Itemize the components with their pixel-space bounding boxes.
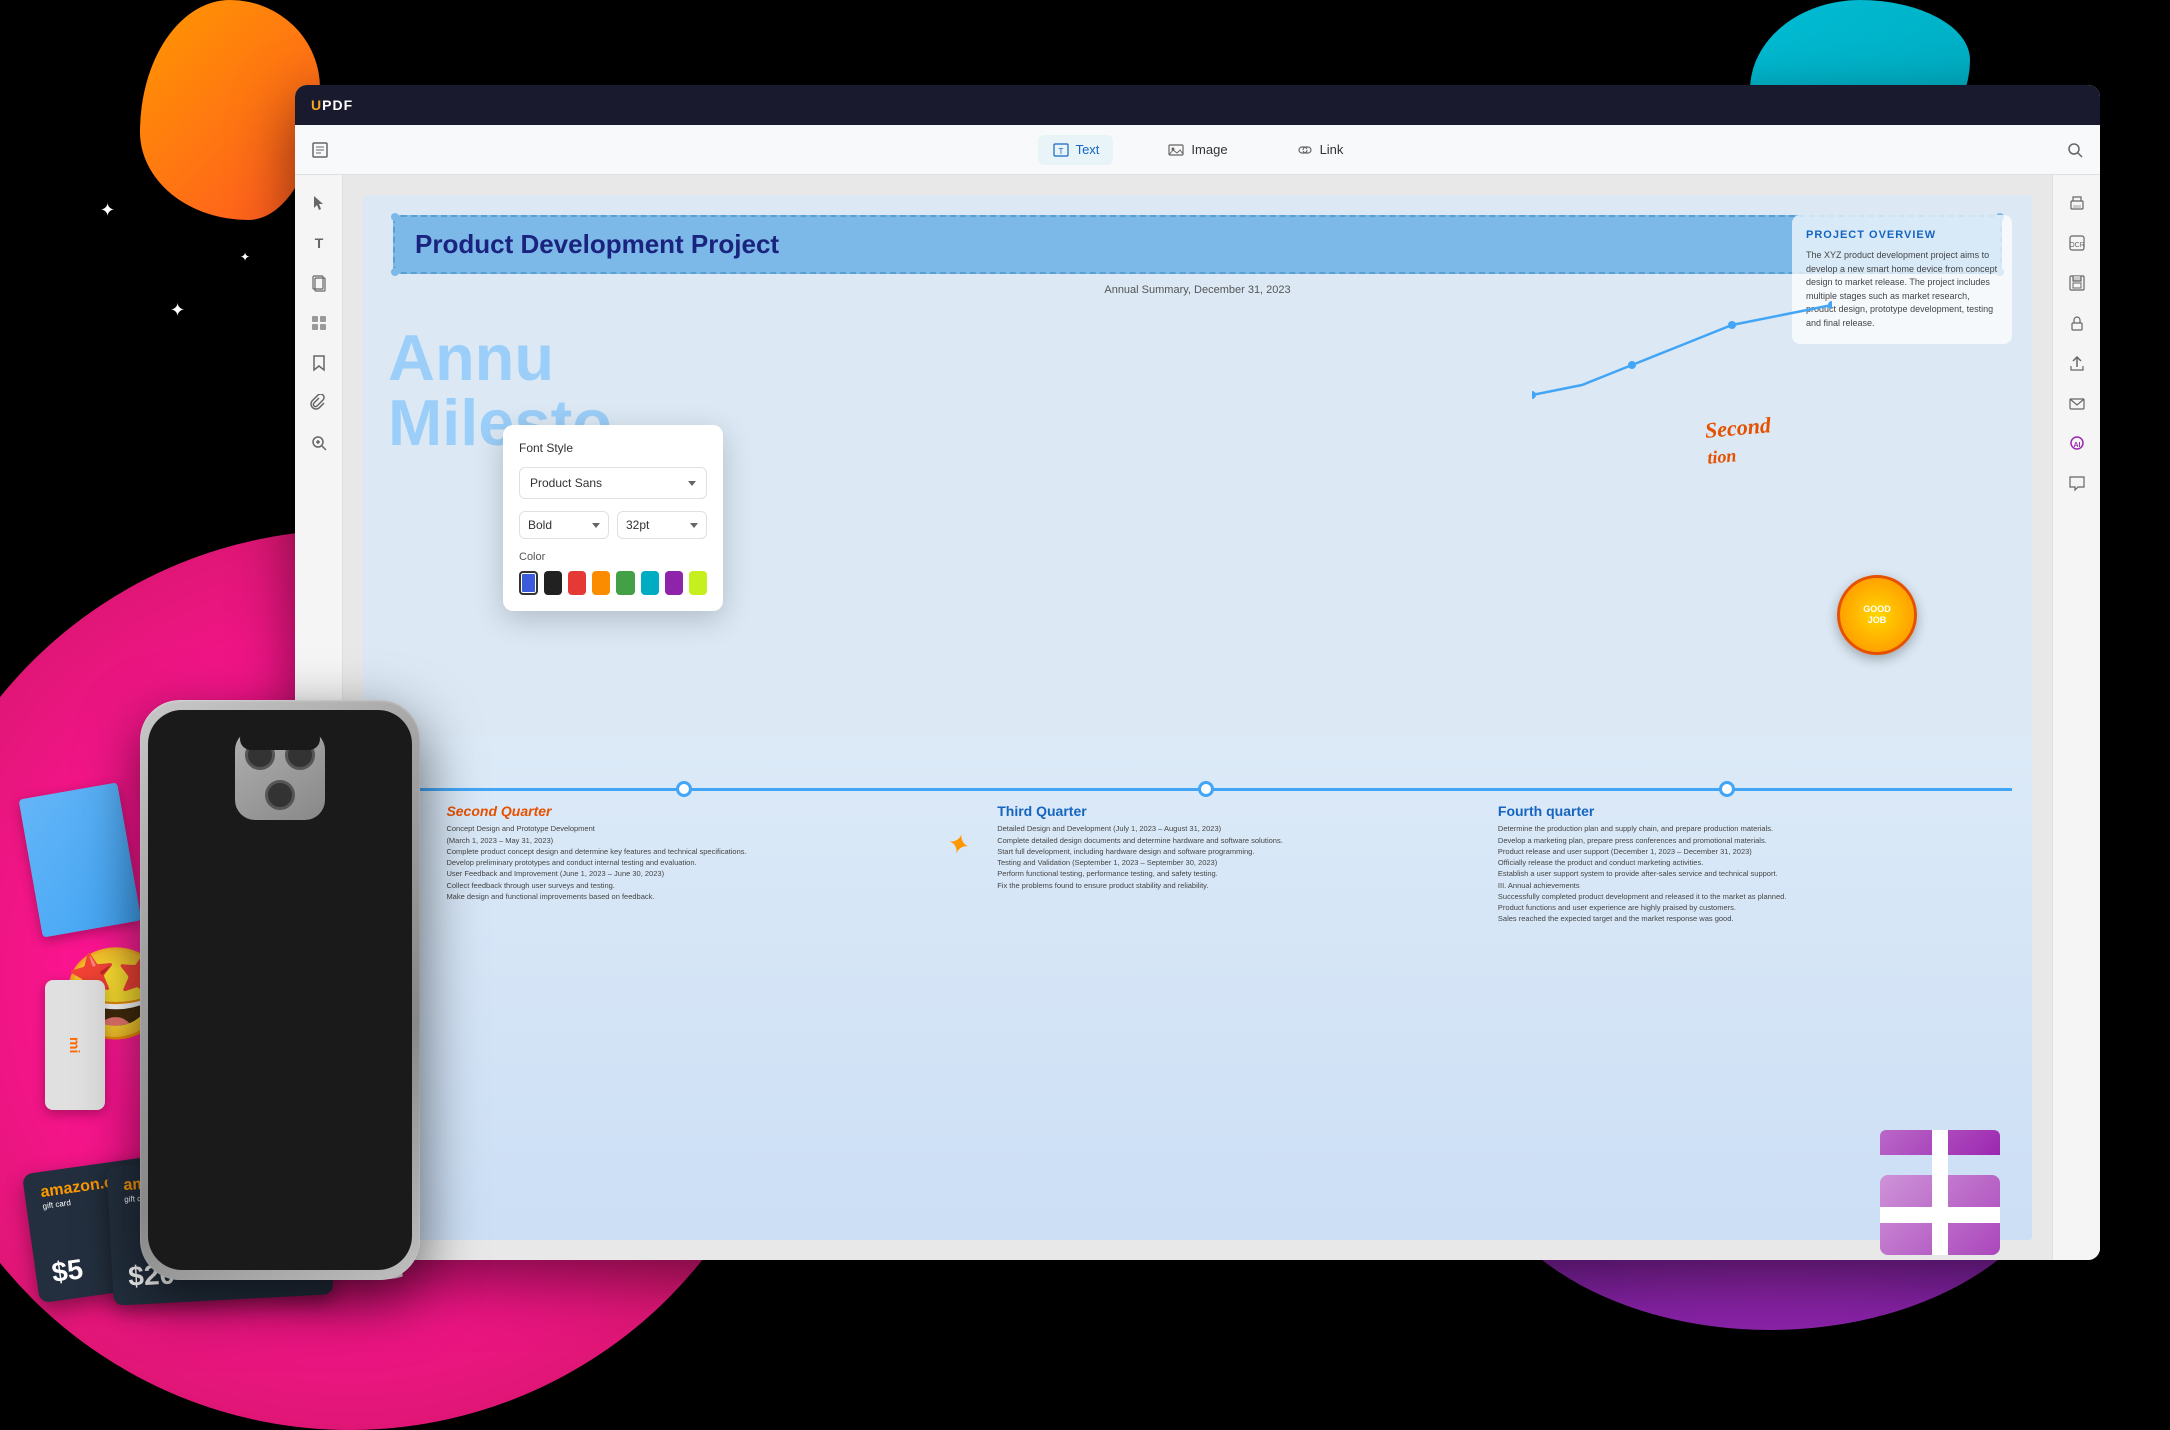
svg-text:T: T	[1058, 147, 1063, 156]
second-quarter-title: Second Quarter	[446, 803, 847, 819]
font-style-value: Bold	[528, 518, 552, 532]
right-mail-icon[interactable]	[2061, 387, 2093, 419]
timeline-dot-1	[676, 781, 692, 797]
font-name-select[interactable]: Product Sans	[519, 467, 707, 499]
right-comment-icon[interactable]	[2061, 467, 2093, 499]
good-job-text: GOODJOB	[1863, 604, 1891, 626]
link-icon	[1296, 141, 1314, 159]
timeline-line	[383, 788, 2012, 791]
sidebar-bookmark-icon[interactable]	[303, 347, 335, 379]
timeline-dot-2	[1198, 781, 1214, 797]
color-label: Color	[519, 551, 707, 563]
svg-text:T: T	[314, 235, 323, 251]
sidebar-zoom-icon[interactable]	[303, 427, 335, 459]
app-window: UPDF T Text Image Link	[295, 85, 2100, 1260]
color-swatch-orange[interactable]	[592, 571, 610, 595]
mi-label: mi	[67, 1037, 83, 1053]
style-select-chevron	[592, 523, 600, 528]
third-quarter-section: Third Quarter Detailed Design and Develo…	[997, 803, 1398, 891]
toolbar-link-item[interactable]: Link	[1282, 135, 1358, 165]
pdf-title-text: Product Development Project	[415, 229, 779, 259]
sidebar-attachment-icon[interactable]	[303, 387, 335, 419]
color-swatch-red[interactable]	[568, 571, 586, 595]
font-style-select[interactable]: Bold	[519, 511, 609, 539]
toolbar-right	[2066, 141, 2084, 159]
color-swatch-green[interactable]	[616, 571, 634, 595]
svg-text:OCR: OCR	[2069, 242, 2085, 249]
pdf-canvas: Product Development Project Annual Summa…	[343, 175, 2052, 1260]
font-select-chevron	[688, 481, 696, 486]
right-ai-icon[interactable]: AI	[2061, 427, 2093, 459]
second-quarter-section: Second Quarter Concept Design and Protot…	[446, 803, 847, 902]
third-quarter-title: Third Quarter	[997, 803, 1398, 819]
pages-icon[interactable]	[311, 141, 329, 159]
timeline-dot-3	[1719, 781, 1735, 797]
iphone-body	[140, 700, 420, 1280]
content-area: T	[295, 175, 2100, 1260]
deco-blob-orange	[140, 0, 320, 220]
mi-battery: mi	[45, 980, 105, 1110]
gift-lid	[1880, 1130, 2000, 1155]
image-icon	[1167, 141, 1185, 159]
font-size-value: 32pt	[626, 518, 649, 532]
color-swatch-yellow-green[interactable]	[689, 571, 707, 595]
font-style-row: Bold 32pt	[519, 511, 707, 539]
font-name-value: Product Sans	[530, 476, 602, 490]
fourth-quarter-title: Fourth quarter	[1498, 803, 1999, 819]
toolbar-text-item[interactable]: T Text	[1038, 135, 1114, 165]
color-row	[519, 571, 707, 595]
right-sidebar: OCR AI	[2052, 175, 2100, 1260]
sparkle-1: ✦	[100, 200, 115, 221]
timeline-container: Second Quarter Concept Design and Protot…	[363, 738, 2032, 1240]
good-job-badge: GOODJOB	[1837, 575, 1917, 655]
sidebar-cursor-icon[interactable]	[303, 187, 335, 219]
second-quarter-body: Concept Design and Prototype Development…	[446, 823, 847, 902]
toolbar-image-item[interactable]: Image	[1153, 135, 1241, 165]
iphone-notch	[240, 728, 320, 750]
font-style-popup: Font Style Product Sans Bold 32pt	[503, 425, 723, 611]
fourth-quarter-body: Determine the production plan and supply…	[1498, 823, 1999, 924]
right-ocr-icon[interactable]: OCR	[2061, 227, 2093, 259]
sidebar-layout-icon[interactable]	[303, 307, 335, 339]
search-icon[interactable]	[2066, 141, 2084, 159]
pdf-title-box[interactable]: Product Development Project	[393, 215, 2002, 274]
fourth-quarter-section: Fourth quarter Determine the production …	[1498, 803, 1999, 924]
svg-text:AI: AI	[2073, 442, 2080, 449]
pdf-page: Product Development Project Annual Summa…	[363, 195, 2032, 1240]
app-logo: UPDF	[311, 97, 353, 113]
color-swatch-black[interactable]	[544, 571, 562, 595]
toolbar-text-label: Text	[1076, 142, 1100, 157]
right-share-icon[interactable]	[2061, 347, 2093, 379]
sidebar-pages-icon[interactable]	[303, 267, 335, 299]
title-bar: UPDF	[295, 85, 2100, 125]
third-quarter-body: Detailed Design and Development (July 1,…	[997, 823, 1398, 891]
size-select-chevron	[690, 523, 698, 528]
gift-body	[1880, 1175, 2000, 1255]
sparkle-3: ✦	[240, 250, 250, 264]
star-decoration: ✦	[943, 826, 974, 864]
sparkle-2: ✦	[170, 300, 185, 321]
overview-text: The XYZ product development project aims…	[1806, 249, 1998, 330]
right-print-icon[interactable]	[2061, 187, 2093, 219]
toolbar-image-label: Image	[1191, 142, 1227, 157]
overview-title: PROJECT OVERVIEW	[1806, 229, 1998, 241]
color-swatch-teal[interactable]	[641, 571, 659, 595]
iphone-device	[140, 700, 420, 1280]
text-icon: T	[1052, 141, 1070, 159]
color-swatch-purple[interactable]	[665, 571, 683, 595]
sidebar-text-icon[interactable]: T	[303, 227, 335, 259]
right-save-icon[interactable]	[2061, 267, 2093, 299]
color-swatch-blue[interactable]	[519, 571, 538, 595]
popup-title: Font Style	[519, 441, 707, 455]
toolbar-left	[311, 141, 329, 159]
toolbar-link-label: Link	[1320, 142, 1344, 157]
logo-accent: U	[311, 97, 322, 113]
toolbar: T Text Image Link	[295, 125, 2100, 175]
font-size-select[interactable]: 32pt	[617, 511, 707, 539]
second-quarter-handwritten: Second tion	[1704, 412, 1774, 470]
gift-box	[1880, 1130, 2000, 1250]
chart-svg	[1532, 295, 1832, 415]
right-lock-icon[interactable]	[2061, 307, 2093, 339]
